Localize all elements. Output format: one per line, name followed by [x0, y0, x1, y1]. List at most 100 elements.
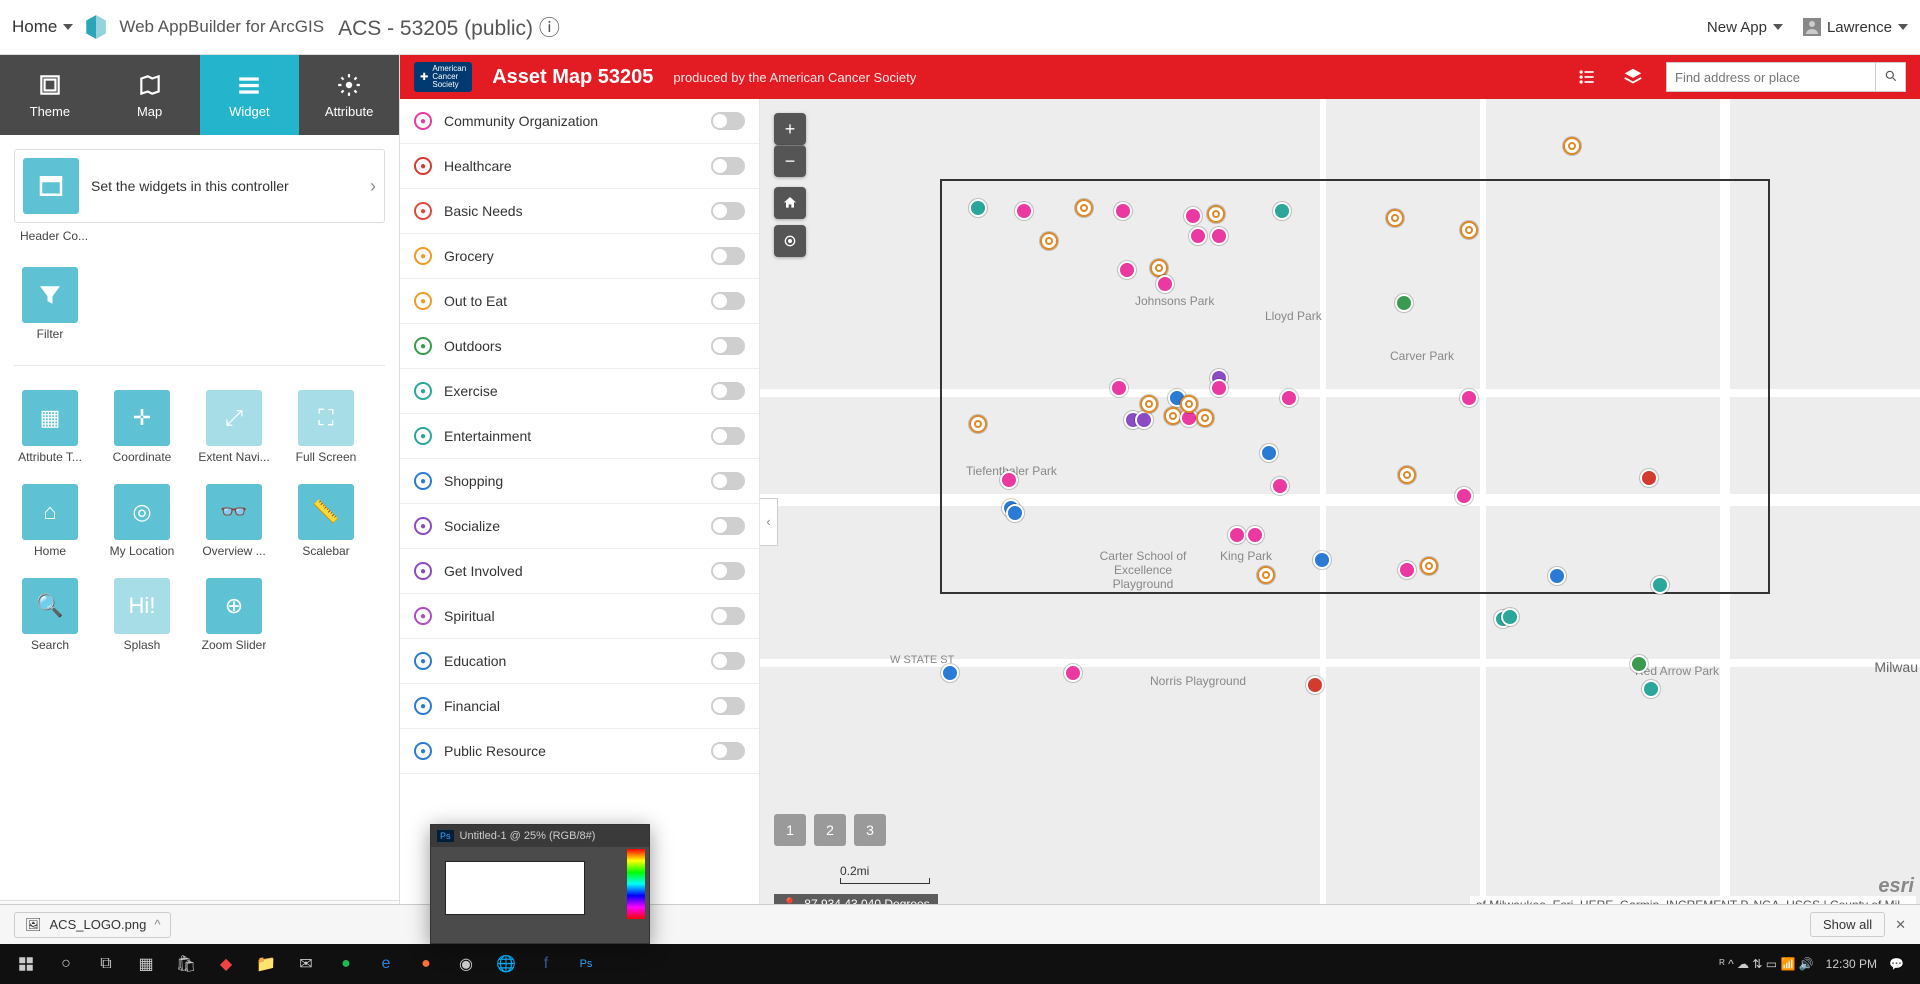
tab-theme[interactable]: Theme [0, 55, 100, 135]
caret-down-icon [63, 24, 73, 30]
widget-coordinate[interactable]: ✛Coordinate [106, 390, 178, 464]
preview-pane: ✚ AmericanCancerSociety Asset Map 53205 … [400, 55, 1920, 944]
tab-widget[interactable]: Widget [200, 55, 300, 135]
layer-toggle[interactable] [711, 562, 745, 580]
map-home-button[interactable] [774, 187, 806, 219]
layer-toggle[interactable] [711, 337, 745, 355]
layer-row[interactable]: ●Community Organization [400, 99, 759, 144]
layer-toggle[interactable] [711, 157, 745, 175]
panel-collapse-handle[interactable]: ‹ [760, 498, 778, 546]
layers-icon[interactable] [1620, 64, 1646, 90]
tb-app-5[interactable]: f [526, 944, 566, 984]
widget-scalebar[interactable]: 📏Scalebar [290, 484, 362, 558]
tb-explorer[interactable]: 📁 [246, 944, 286, 984]
tab-attribute[interactable]: Attribute [299, 55, 399, 135]
photoshop-window[interactable]: PsUntitled-1 @ 25% (RGB/8#) [430, 824, 650, 944]
layer-row[interactable]: ●Public Resource [400, 729, 759, 774]
tb-app-3[interactable]: ◆ [206, 944, 246, 984]
layer-row[interactable]: ●Socialize [400, 504, 759, 549]
header-controller-row[interactable]: Set the widgets in this controller › [14, 149, 385, 223]
layer-toggle[interactable] [711, 472, 745, 490]
tb-chrome[interactable]: ◉ [446, 944, 486, 984]
layer-toggle[interactable] [711, 382, 745, 400]
widget-extent-navi-[interactable]: ⤢Extent Navi... [198, 390, 270, 464]
widget-search[interactable]: 🔍Search [14, 578, 86, 652]
widget-my-location[interactable]: ◎My Location [106, 484, 178, 558]
builder-left-panel: Theme Map Widget Attribute Set the widge… [0, 55, 400, 944]
zoom-in-button[interactable]: + [774, 113, 806, 145]
layer-toggle[interactable] [711, 607, 745, 625]
layer-toggle[interactable] [711, 112, 745, 130]
tb-firefox[interactable]: ● [406, 944, 446, 984]
tb-app-1[interactable]: ▦ [126, 944, 166, 984]
widget-home[interactable]: ⌂Home [14, 484, 86, 558]
layer-row[interactable]: ●Out to Eat [400, 279, 759, 324]
tray-clock[interactable]: 12:30 PM [1826, 957, 1877, 971]
map-locate-button[interactable] [774, 225, 806, 257]
tb-edge[interactable]: e [366, 944, 406, 984]
zoom-out-button[interactable]: − [774, 145, 806, 177]
layer-row[interactable]: ●Healthcare [400, 144, 759, 189]
legend-icon[interactable] [1574, 64, 1600, 90]
widget-zoom-slider[interactable]: ⊕Zoom Slider [198, 578, 270, 652]
tb-mail[interactable]: ✉ [286, 944, 326, 984]
layer-toggle[interactable] [711, 652, 745, 670]
layer-row[interactable]: ●Financial [400, 684, 759, 729]
widget-full-screen[interactable]: ⛶Full Screen [290, 390, 362, 464]
ps-titlebar[interactable]: PsUntitled-1 @ 25% (RGB/8#) [431, 825, 649, 847]
tb-spotify[interactable]: ● [326, 944, 366, 984]
system-tray[interactable]: ᴿ ^ ☁ ⇅ ▭ 📶 🔊 12:30 PM 💬 [1719, 957, 1914, 971]
close-download-bar[interactable]: ✕ [1895, 917, 1906, 933]
search-button[interactable] [1875, 63, 1905, 91]
tb-app-4[interactable]: 🌐 [486, 944, 526, 984]
chevron-right-icon: › [370, 176, 376, 197]
map-canvas[interactable]: Johnsons Park Lloyd Park Carver Park Tie… [760, 99, 1920, 944]
layer-toggle[interactable] [711, 292, 745, 310]
cortana-icon[interactable]: ○ [46, 944, 86, 984]
home-menu[interactable]: Home [12, 17, 73, 37]
start-button[interactable] [6, 944, 46, 984]
layer-toggle[interactable] [711, 697, 745, 715]
tb-photoshop[interactable]: Ps [566, 944, 606, 984]
layer-toggle[interactable] [711, 247, 745, 265]
layer-row[interactable]: ●Basic Needs [400, 189, 759, 234]
layer-row[interactable]: ●Education [400, 639, 759, 684]
layer-row[interactable]: ●Outdoors [400, 324, 759, 369]
search-input[interactable] [1667, 70, 1875, 85]
layer-toggle[interactable] [711, 517, 745, 535]
search-box [1666, 62, 1906, 92]
widget-splash[interactable]: Hi!Splash [106, 578, 178, 652]
widget-overview-[interactable]: 👓Overview ... [198, 484, 270, 558]
download-bar: 🖼 ACS_LOGO.png ^ Show all ✕ [0, 904, 1920, 944]
layer-panel: ●Community Organization●Healthcare●Basic… [400, 99, 760, 944]
tb-app-2[interactable]: 🛍 [166, 944, 206, 984]
task-view-icon[interactable]: ⧉ [86, 944, 126, 984]
tray-notifications[interactable]: 💬 [1889, 957, 1904, 971]
page-1[interactable]: 1 [774, 814, 806, 846]
brand-text: Web AppBuilder for ArcGIS [119, 17, 324, 37]
layer-toggle[interactable] [711, 742, 745, 760]
user-menu[interactable]: Lawrence [1803, 18, 1908, 36]
show-all-button[interactable]: Show all [1810, 912, 1885, 937]
layer-row[interactable]: ●Grocery [400, 234, 759, 279]
layer-row[interactable]: ●Exercise [400, 369, 759, 414]
layer-row[interactable]: ●Spiritual [400, 594, 759, 639]
controller-hint: Set the widgets in this controller [91, 178, 358, 194]
widget-filter[interactable]: Filter [14, 267, 86, 341]
widget-attribute-t-[interactable]: ▦Attribute T... [14, 390, 86, 464]
tab-map[interactable]: Map [100, 55, 200, 135]
ps-canvas [445, 861, 585, 915]
layer-toggle[interactable] [711, 202, 745, 220]
layer-row[interactable]: ●Entertainment [400, 414, 759, 459]
layer-row[interactable]: ●Get Involved [400, 549, 759, 594]
tray-icons[interactable]: ᴿ ^ ☁ ⇅ ▭ 📶 🔊 [1719, 957, 1813, 971]
new-app-menu[interactable]: New App [1707, 19, 1783, 36]
page-3[interactable]: 3 [854, 814, 886, 846]
layer-toggle[interactable] [711, 427, 745, 445]
layer-row[interactable]: ●Shopping [400, 459, 759, 504]
download-chip[interactable]: 🖼 ACS_LOGO.png ^ [14, 912, 171, 938]
page-2[interactable]: 2 [814, 814, 846, 846]
app-title: ACS - 53205 (public) ⓘ [338, 12, 560, 42]
app-map-title: Asset Map 53205 [492, 66, 653, 89]
header-co-label: Header Co... [20, 229, 92, 243]
